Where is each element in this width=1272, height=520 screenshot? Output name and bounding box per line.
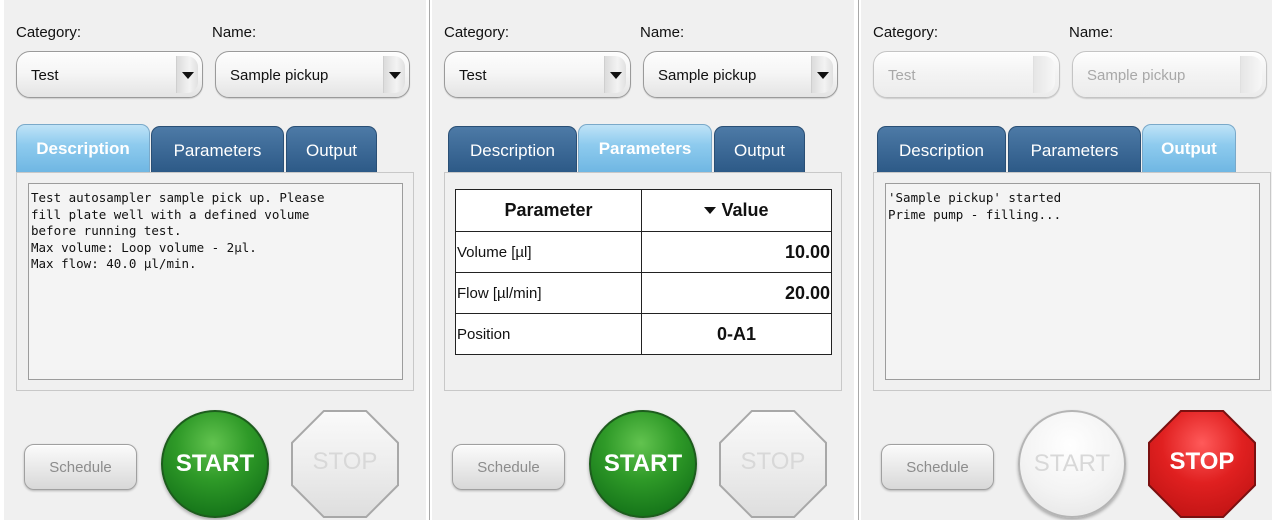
schedule-button[interactable]: Schedule (881, 444, 994, 490)
name-label: Name: (640, 24, 685, 41)
column-header-value-label: Value (721, 200, 769, 220)
param-value[interactable]: 0-A1 (641, 313, 832, 355)
param-value[interactable]: 20.00 (641, 272, 832, 314)
chevron-down-icon (1033, 56, 1055, 93)
category-label: Category: (16, 24, 82, 41)
tab-output[interactable]: Output (714, 126, 805, 172)
chevron-down-icon[interactable] (811, 56, 833, 93)
category-label: Category: (444, 24, 510, 41)
chevron-down-icon (1240, 56, 1262, 93)
stop-button-label: STOP (721, 412, 825, 516)
category-value: Test (459, 67, 487, 84)
tab-content: Parameter Value Volume [µl] 10.00 Flow [… (444, 172, 842, 391)
tab-output[interactable]: Output (1142, 124, 1236, 174)
name-dropdown: Sample pickup (1072, 51, 1267, 98)
schedule-button[interactable]: Schedule (452, 444, 565, 490)
table-row: Volume [µl] 10.00 (455, 231, 832, 273)
stop-button[interactable]: STOP (291, 410, 399, 518)
output-log[interactable]: 'Sample pickup' started Prime pump - fil… (885, 183, 1260, 380)
tab-description[interactable]: Description (448, 126, 577, 172)
tab-parameters[interactable]: Parameters (1008, 126, 1141, 172)
chevron-down-icon[interactable] (383, 56, 405, 93)
param-name: Flow [µl/min] (455, 272, 642, 314)
param-name: Volume [µl] (455, 231, 642, 273)
tab-content: Test autosampler sample pick up. Please … (16, 172, 414, 391)
tab-parameters[interactable]: Parameters (151, 126, 284, 172)
name-label: Name: (212, 24, 257, 41)
tab-parameters[interactable]: Parameters (578, 124, 712, 174)
parameters-table: Parameter Value Volume [µl] 10.00 Flow [… (455, 189, 832, 355)
chevron-down-icon[interactable] (176, 56, 198, 93)
name-value: Sample pickup (658, 67, 757, 84)
panel-divider (429, 0, 430, 520)
panel-divider (858, 0, 859, 520)
stop-button[interactable]: STOP (719, 410, 827, 518)
category-dropdown[interactable]: Test (444, 51, 631, 98)
start-button: START (1018, 410, 1126, 518)
table-row: Flow [µl/min] 20.00 (455, 272, 832, 314)
start-button[interactable]: START (589, 410, 697, 518)
stop-button-label: STOP (1150, 412, 1254, 516)
sort-desc-icon (704, 207, 717, 214)
category-dropdown: Test (873, 51, 1060, 98)
start-button[interactable]: START (161, 410, 269, 518)
category-value: Test (31, 67, 59, 84)
name-value: Sample pickup (1087, 67, 1186, 84)
test-panel-parameters: Category: Name: Test Sample pickup Descr… (432, 0, 854, 520)
category-label: Category: (873, 24, 939, 41)
name-dropdown[interactable]: Sample pickup (643, 51, 838, 98)
description-text[interactable]: Test autosampler sample pick up. Please … (28, 183, 403, 380)
tab-content: 'Sample pickup' started Prime pump - fil… (873, 172, 1271, 391)
column-header-parameter[interactable]: Parameter (455, 189, 642, 232)
tab-description[interactable]: Description (16, 124, 150, 174)
name-dropdown[interactable]: Sample pickup (215, 51, 410, 98)
stop-button-label: STOP (293, 412, 397, 516)
test-panel-description: Category: Name: Test Sample pickup Descr… (4, 0, 426, 520)
category-dropdown[interactable]: Test (16, 51, 203, 98)
category-value: Test (888, 67, 916, 84)
table-row: Position 0-A1 (455, 313, 832, 355)
name-value: Sample pickup (230, 67, 329, 84)
stop-button[interactable]: STOP (1148, 410, 1256, 518)
name-label: Name: (1069, 24, 1114, 41)
param-value[interactable]: 10.00 (641, 231, 832, 273)
tab-description[interactable]: Description (877, 126, 1006, 172)
chevron-down-icon[interactable] (604, 56, 626, 93)
param-name: Position (455, 313, 642, 355)
schedule-button[interactable]: Schedule (24, 444, 137, 490)
table-header-row: Parameter Value (455, 189, 832, 232)
test-panel-output: Category: Name: Test Sample pickup Descr… (861, 0, 1272, 520)
tab-output[interactable]: Output (286, 126, 377, 172)
column-header-value[interactable]: Value (641, 189, 832, 232)
